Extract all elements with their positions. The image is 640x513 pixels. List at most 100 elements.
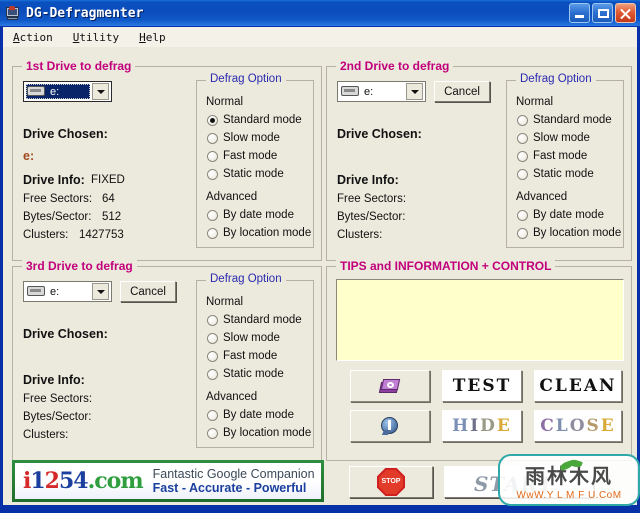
drive-info-label-1: Drive Info: xyxy=(23,173,85,187)
radio-label: Fast mode xyxy=(223,350,278,362)
clusters-label-1: Clusters: xyxy=(23,229,69,241)
clusters-value-1: 1427753 xyxy=(79,229,124,241)
banner-line-1: Fantastic Google Companion xyxy=(152,466,315,481)
clusters-label-3: Clusters: xyxy=(23,429,69,441)
radio-label: By date mode xyxy=(223,409,294,421)
stop-sign-icon: STOP xyxy=(377,468,405,496)
tips-textarea[interactable] xyxy=(336,279,624,361)
clean-button[interactable]: CLEAN xyxy=(534,370,622,402)
cancel-button-3[interactable]: Cancel xyxy=(120,281,176,302)
logo-5: 5 xyxy=(58,468,74,494)
radio-label: Slow mode xyxy=(533,132,590,144)
radio-by-date-mode-3[interactable]: By date mode xyxy=(207,409,294,421)
banner-logo: i1254.com xyxy=(23,468,144,494)
minimize-button[interactable] xyxy=(569,3,590,23)
title-bar: DG-Defragmenter xyxy=(0,0,640,26)
radio-label: By date mode xyxy=(533,209,604,221)
radio-static-mode-2[interactable]: Static mode xyxy=(517,168,594,180)
radio-standard-mode-2[interactable]: Standard mode xyxy=(517,114,612,126)
cancel-button-2[interactable]: Cancel xyxy=(434,81,490,102)
close-action-button[interactable]: CLOSE xyxy=(534,410,622,442)
logo-1: 1 xyxy=(30,468,45,494)
banner-line-2: Fast - Accurate - Powerful xyxy=(152,481,307,495)
radio-slow-mode-2[interactable]: Slow mode xyxy=(517,132,590,144)
radio-static-mode-3[interactable]: Static mode xyxy=(207,368,284,380)
radio-label: Fast mode xyxy=(223,150,278,162)
drive-info-label-2: Drive Info: xyxy=(337,173,399,187)
drive-chosen-label-1: Drive Chosen: xyxy=(23,127,108,141)
book-icon xyxy=(378,378,401,395)
radio-by-location-mode-1[interactable]: By location mode xyxy=(207,227,311,239)
advanced-group-label-2: Advanced xyxy=(516,191,568,203)
radio-label: By location mode xyxy=(223,227,312,239)
radio-label: By location mode xyxy=(223,427,312,439)
drive-panel-1: 1st Drive to defrag e: Drive Chosen: e: … xyxy=(12,59,322,261)
client-area: 1st Drive to defrag e: Drive Chosen: e: … xyxy=(3,47,640,506)
radio-by-location-mode-3[interactable]: By location mode xyxy=(207,427,311,439)
test-button[interactable]: TEST xyxy=(442,370,522,402)
advertisement-banner[interactable]: i1254.com Fantastic Google Companion Fas… xyxy=(12,460,324,502)
drive-select-1[interactable]: e: xyxy=(23,81,112,102)
defrag-option-title-3: Defrag Option xyxy=(206,273,286,285)
radio-label: By date mode xyxy=(223,209,294,221)
drive-select-2-value: e: xyxy=(364,85,374,98)
normal-group-label-3: Normal xyxy=(206,296,244,308)
radio-by-date-mode-2[interactable]: By date mode xyxy=(517,209,604,221)
free-sectors-label-1: Free Sectors: xyxy=(23,193,93,205)
menu-item-help[interactable]: Help xyxy=(129,29,176,46)
chevron-down-icon[interactable] xyxy=(92,283,109,300)
chevron-down-icon[interactable] xyxy=(92,83,109,100)
radio-fast-mode-1[interactable]: Fast mode xyxy=(207,150,277,162)
tips-panel-title: TIPS and INFORMATION + CONTROL xyxy=(336,259,556,273)
logo-2: 2 xyxy=(44,468,60,494)
maximize-button[interactable] xyxy=(592,3,613,23)
stop-label: STOP xyxy=(381,478,401,485)
radio-by-date-mode-1[interactable]: By date mode xyxy=(207,209,294,221)
defrag-option-group-2: Defrag Option Normal Standard mode Slow … xyxy=(506,73,624,248)
drive-select-2[interactable]: e: xyxy=(337,81,426,102)
radio-slow-mode-1[interactable]: Slow mode xyxy=(207,132,280,144)
drive-icon xyxy=(27,285,45,298)
menu-label-help: elp xyxy=(145,30,166,44)
radio-label: Standard mode xyxy=(223,114,302,126)
radio-static-mode-1[interactable]: Static mode xyxy=(207,168,284,180)
free-sectors-label-3: Free Sectors: xyxy=(23,393,93,405)
radio-label: Slow mode xyxy=(223,332,280,344)
drive-panel-2: 2nd Drive to defrag e: Cancel Drive Chos… xyxy=(326,59,632,261)
chevron-down-icon[interactable] xyxy=(406,83,423,100)
drive-select-3[interactable]: e: xyxy=(23,281,112,302)
help-book-button[interactable] xyxy=(350,370,430,402)
free-sectors-label-2: Free Sectors: xyxy=(337,193,407,205)
radio-label: Static mode xyxy=(533,168,594,180)
drive-select-3-value: e: xyxy=(50,285,60,298)
radio-fast-mode-2[interactable]: Fast mode xyxy=(517,150,587,162)
menu-label-action: ction xyxy=(19,30,53,44)
free-sectors-value-1: 64 xyxy=(102,193,115,205)
normal-group-label-2: Normal xyxy=(516,96,554,108)
radio-slow-mode-3[interactable]: Slow mode xyxy=(207,332,280,344)
radio-label: Fast mode xyxy=(533,150,588,162)
radio-standard-mode-3[interactable]: Standard mode xyxy=(207,314,302,326)
bytes-sector-label-2: Bytes/Sector: xyxy=(337,211,406,223)
advanced-group-label-1: Advanced xyxy=(206,191,258,203)
application-window: DG-Defragmenter Action Utility Help 1st … xyxy=(0,0,640,513)
menu-item-utility[interactable]: Utility xyxy=(63,29,129,46)
radio-by-location-mode-2[interactable]: By location mode xyxy=(517,227,621,239)
radio-label: Static mode xyxy=(223,168,284,180)
close-button[interactable] xyxy=(615,3,636,23)
hide-button[interactable]: HIDE xyxy=(442,410,522,442)
defrag-monitor-icon xyxy=(5,5,21,21)
window-controls xyxy=(569,3,636,23)
menu-item-action[interactable]: Action xyxy=(3,29,63,46)
radio-label: By location mode xyxy=(533,227,622,239)
info-button[interactable] xyxy=(350,410,430,442)
drive-info-value-1: FIXED xyxy=(91,174,125,186)
clusters-label-2: Clusters: xyxy=(337,229,383,241)
tips-control-panel: TIPS and INFORMATION + CONTROL TEST CLEA… xyxy=(326,259,632,461)
drive-select-1-value: e: xyxy=(50,85,60,98)
drive-chosen-label-2: Drive Chosen: xyxy=(337,127,422,141)
stop-button[interactable]: STOP xyxy=(349,466,433,498)
banner-inner: i1254.com Fantastic Google Companion Fas… xyxy=(15,463,321,499)
radio-standard-mode-1[interactable]: Standard mode xyxy=(207,114,302,126)
radio-fast-mode-3[interactable]: Fast mode xyxy=(207,350,277,362)
